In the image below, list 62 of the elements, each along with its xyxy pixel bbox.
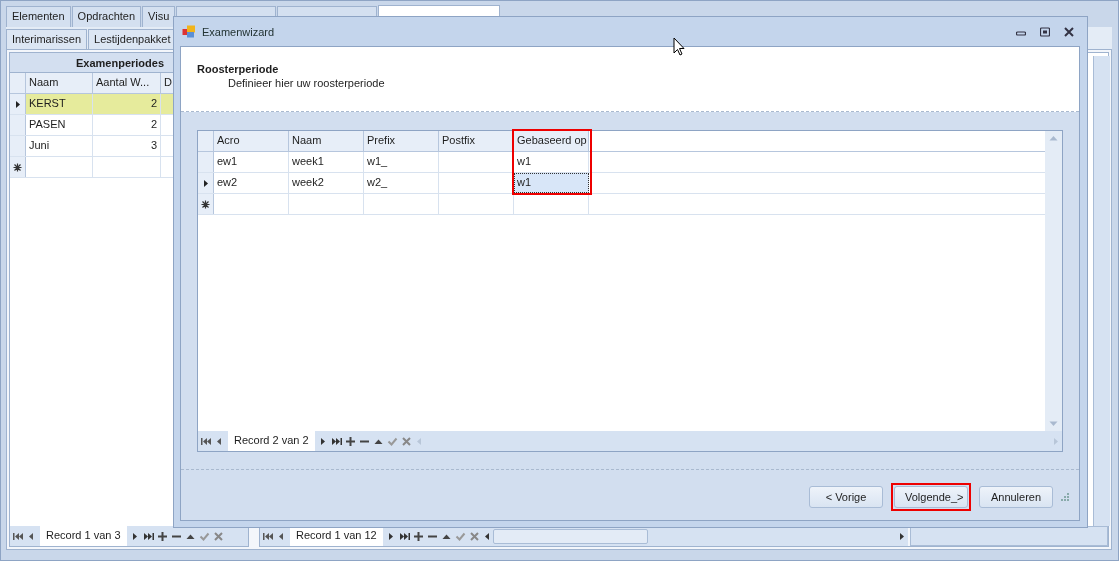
column-header[interactable]: Naam: [289, 131, 364, 151]
last-icon[interactable]: [398, 530, 411, 542]
first-icon[interactable]: [262, 530, 274, 542]
wizard-button[interactable]: Annuleren: [979, 486, 1053, 508]
table-cell: week1: [289, 152, 364, 172]
table-cell: ew1: [214, 152, 289, 172]
scroll-right-icon[interactable]: [898, 530, 906, 542]
add-icon[interactable]: [344, 435, 357, 447]
scrollbar-thumb[interactable]: [492, 528, 648, 544]
table-cell: week2: [289, 173, 364, 193]
record-counter: Record 1 van 3: [40, 526, 127, 546]
table-cell: 3: [93, 136, 161, 156]
row-header[interactable]: [198, 194, 214, 214]
new-row-icon: [201, 199, 210, 209]
column-header[interactable]: Prefix: [364, 131, 439, 151]
record-counter: Record 1 van 12: [290, 526, 383, 546]
new-row-icon: [13, 162, 22, 172]
page-description: Definieer hier uw roosterperiode: [227, 77, 386, 89]
row-indicator-icon: [202, 178, 209, 188]
add-icon[interactable]: [156, 530, 169, 542]
delete-icon[interactable]: [400, 435, 413, 447]
wizard-button[interactable]: < Vorige: [809, 486, 883, 508]
last-icon[interactable]: [142, 530, 155, 542]
table-cell: w2_: [364, 173, 439, 193]
resize-grip-icon: [1061, 493, 1069, 501]
table-cell: ew2: [214, 173, 289, 193]
column-header[interactable]: Naam: [26, 73, 93, 93]
check-icon[interactable]: [198, 530, 211, 542]
tab[interactable]: Interimarissen: [6, 29, 88, 49]
window-title: Examenwizard: [202, 25, 275, 38]
wizard-button[interactable]: Volgende_>: [894, 486, 968, 508]
table-row[interactable]: ew2 week2 w2_ w1: [198, 173, 1045, 194]
last-icon[interactable]: [330, 435, 343, 447]
first-icon[interactable]: [12, 530, 24, 542]
table-cell: w1: [514, 173, 589, 193]
tab[interactable]: Opdrachten: [71, 6, 142, 27]
row-header[interactable]: [198, 173, 214, 193]
column-header[interactable]: Acro: [214, 131, 289, 151]
first-icon[interactable]: [200, 435, 212, 447]
table-cell: 2: [93, 94, 161, 114]
table-cell: Juni: [26, 136, 93, 156]
column-header[interactable]: Postfix: [439, 131, 514, 151]
table-cell: w1_: [364, 152, 439, 172]
row-indicator-icon: [14, 99, 21, 109]
table-cell: 2: [93, 115, 161, 135]
check-icon[interactable]: [454, 530, 467, 542]
maximize-icon[interactable]: [1040, 26, 1050, 37]
close-icon[interactable]: [1064, 26, 1074, 37]
check-icon[interactable]: [386, 435, 399, 447]
record-counter: Record 2 van 2: [228, 431, 315, 451]
row-header[interactable]: [10, 94, 26, 114]
tab[interactable]: Visu: [142, 6, 176, 27]
column-header[interactable]: Aantal W...: [93, 73, 161, 93]
column-header[interactable]: Gebaseerd op: [514, 131, 589, 151]
table-row[interactable]: ew1 week1 w1_ w1: [198, 152, 1045, 173]
add-icon[interactable]: [412, 530, 425, 542]
app-icon: [182, 25, 196, 38]
row-header[interactable]: [10, 157, 26, 177]
table-cell: KERST: [26, 94, 93, 114]
tab[interactable]: Elementen: [6, 6, 71, 27]
table-cell: PASEN: [26, 115, 93, 135]
delete-icon[interactable]: [212, 530, 225, 542]
